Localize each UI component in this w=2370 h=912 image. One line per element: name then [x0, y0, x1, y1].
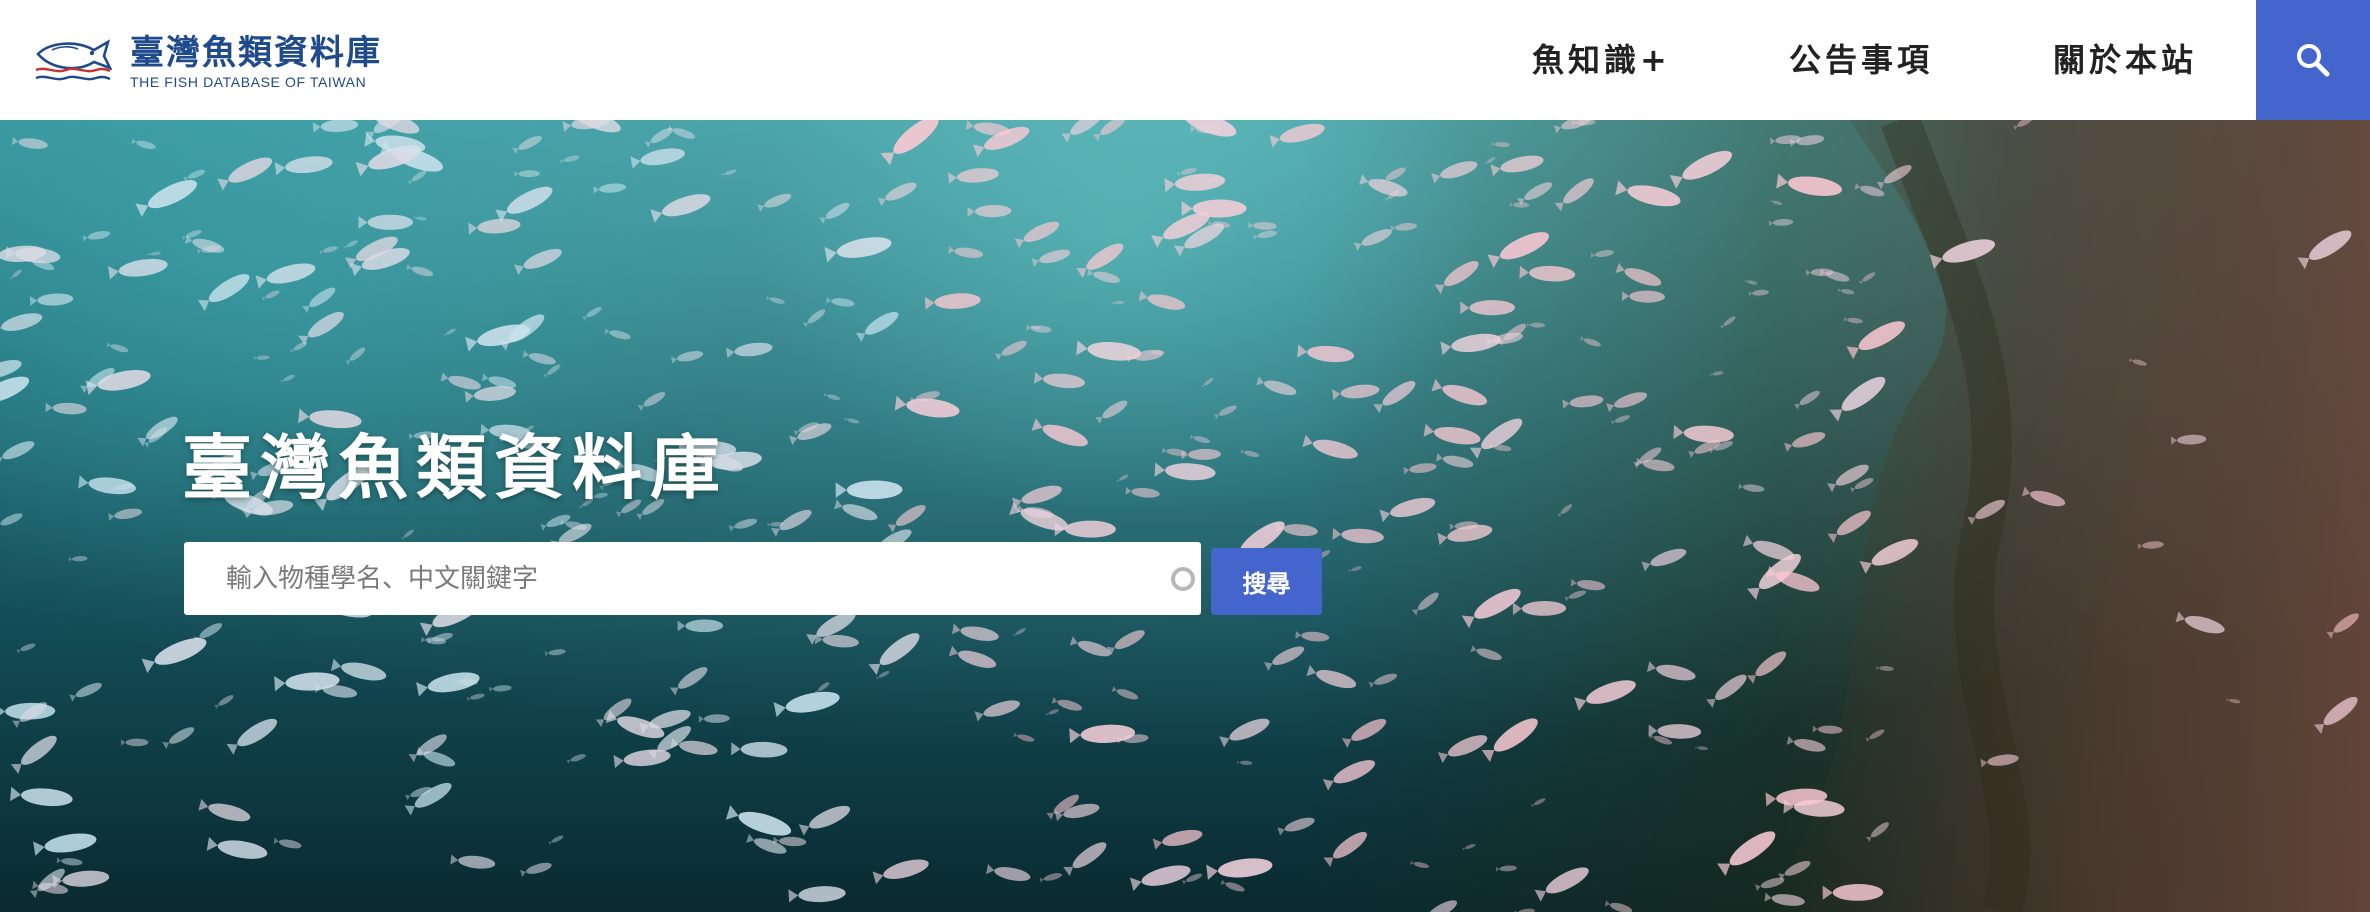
nav-item-fish-knowledge[interactable]: 魚知識+ [1532, 0, 1671, 120]
nav-item-about[interactable]: 關於本站 [2053, 0, 2197, 120]
site-title: 臺灣魚類資料庫 [130, 33, 382, 73]
hero-title: 臺灣魚類資料庫 [182, 427, 728, 509]
nav-item-announcements[interactable]: 公告事項 [1789, 0, 1933, 120]
site-subtitle: THE FISH DATABASE OF TAIWAN [130, 74, 367, 90]
spinner-icon [1171, 567, 1195, 591]
search-toggle-button[interactable] [2256, 0, 2370, 120]
search-icon [2297, 44, 2330, 77]
site-header: 臺灣魚類資料庫 THE FISH DATABASE OF TAIWAN 魚知識+… [0, 0, 2370, 120]
fish-logo-icon [35, 39, 112, 81]
search-button[interactable]: 搜尋 [1211, 548, 1322, 615]
site-logo[interactable]: 臺灣魚類資料庫 THE FISH DATABASE OF TAIWAN [32, 34, 382, 90]
underwater-fish-school-photo [0, 120, 2370, 912]
search-box [184, 542, 1201, 615]
hero-banner: 臺灣魚類資料庫 搜尋 [0, 120, 2370, 912]
species-search-input[interactable] [184, 542, 1144, 615]
